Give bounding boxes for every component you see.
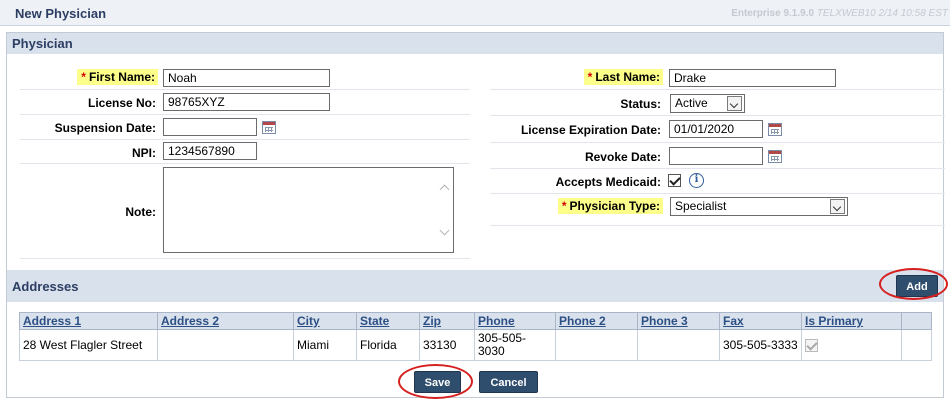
status-select[interactable]: Active — [670, 94, 745, 113]
license-no-input[interactable]: 98765XYZ — [163, 93, 330, 111]
window-title-bar: New Physician Enterprise 9.1.9.0 TELXWEB… — [0, 0, 950, 26]
is-primary-checkbox — [805, 339, 818, 352]
cell-phone3 — [637, 329, 720, 361]
column-header-is-primary[interactable]: Is Primary — [801, 312, 902, 330]
column-header-city[interactable]: City — [293, 312, 357, 330]
chevron-down-icon[interactable] — [830, 199, 845, 214]
cell-zip: 33130 — [419, 329, 475, 361]
note-label: Note: — [125, 205, 156, 219]
cell-state: Florida — [356, 329, 420, 361]
npi-label: NPI: — [132, 146, 156, 160]
first-name-label: * First Name: — [77, 69, 158, 85]
calendar-icon[interactable] — [768, 150, 782, 163]
divider — [20, 89, 470, 90]
divider — [490, 168, 945, 169]
cell-phone2 — [555, 329, 638, 361]
column-header-phone[interactable]: Phone — [474, 312, 556, 330]
divider — [490, 193, 945, 194]
cell-blank — [901, 329, 932, 361]
revoke-date-input[interactable] — [669, 147, 763, 165]
calendar-icon[interactable] — [262, 121, 276, 134]
divider — [490, 89, 945, 90]
last-name-input[interactable]: Drake — [669, 69, 836, 87]
suspension-date-input[interactable] — [163, 118, 257, 136]
textarea-scrollbar[interactable] — [436, 168, 453, 252]
last-name-label: * Last Name: — [583, 69, 663, 85]
accepts-medicaid-checkbox[interactable] — [668, 174, 681, 187]
note-textarea[interactable] — [163, 167, 454, 253]
column-header-phone2[interactable]: Phone 2 — [555, 312, 638, 330]
divider — [20, 114, 470, 115]
page-title: New Physician — [15, 6, 107, 21]
addresses-section-header: Addresses — [7, 270, 943, 302]
cell-fax: 305-505-3333 — [719, 329, 802, 361]
addresses-table: Address 1 Address 2 City State Zip Phone… — [19, 312, 932, 361]
callout-ring — [879, 268, 948, 300]
physician-section-header: Physician — [7, 33, 943, 54]
version-info: Enterprise 9.1.9.0 TELXWEB10 2/14 10:58 … — [731, 8, 948, 19]
suspension-date-label: Suspension Date: — [54, 121, 156, 135]
callout-ring — [398, 364, 473, 399]
info-icon[interactable]: i — [689, 173, 704, 188]
calendar-icon[interactable] — [768, 123, 782, 136]
npi-input[interactable]: 1234567890 — [163, 142, 257, 160]
status-label: Status: — [620, 97, 661, 111]
column-header-address2[interactable]: Address 2 — [157, 312, 294, 330]
cell-city: Miami — [293, 329, 357, 361]
revoke-date-label: Revoke Date: — [584, 150, 661, 164]
column-header-address1[interactable]: Address 1 — [19, 312, 158, 330]
column-header-state[interactable]: State — [356, 312, 420, 330]
column-header-zip[interactable]: Zip — [419, 312, 475, 330]
section-title: Addresses — [12, 279, 79, 294]
table-row[interactable]: 28 West Flagler Street Miami Florida 331… — [19, 329, 932, 361]
scroll-down-icon[interactable] — [439, 225, 450, 236]
section-title: Physician — [12, 36, 73, 51]
license-expiration-date-label: License Expiration Date: — [520, 123, 661, 137]
first-name-input[interactable]: Noah — [163, 69, 330, 87]
divider — [490, 225, 945, 226]
cell-phone: 305-505-3030 — [474, 329, 556, 361]
scroll-up-icon[interactable] — [439, 184, 450, 195]
divider — [20, 139, 470, 140]
physician-type-label: * Physician Type: — [557, 198, 663, 214]
cancel-button[interactable]: Cancel — [479, 371, 538, 393]
cell-address2 — [157, 329, 294, 361]
table-header-row: Address 1 Address 2 City State Zip Phone… — [19, 312, 932, 330]
physician-type-select[interactable]: Specialist — [670, 197, 848, 216]
license-expiration-date-input[interactable]: 01/01/2020 — [669, 120, 763, 138]
cell-address1: 28 West Flagler Street — [19, 329, 158, 361]
divider — [490, 142, 945, 143]
divider — [20, 163, 470, 164]
license-no-label: License No: — [87, 96, 156, 110]
column-header-blank — [901, 312, 932, 330]
column-header-phone3[interactable]: Phone 3 — [637, 312, 720, 330]
cell-is-primary — [801, 329, 902, 361]
divider — [490, 115, 945, 116]
chevron-down-icon[interactable] — [727, 96, 742, 111]
column-header-fax[interactable]: Fax — [719, 312, 802, 330]
accepts-medicaid-label: Accepts Medicaid: — [555, 175, 661, 189]
divider — [20, 258, 470, 259]
